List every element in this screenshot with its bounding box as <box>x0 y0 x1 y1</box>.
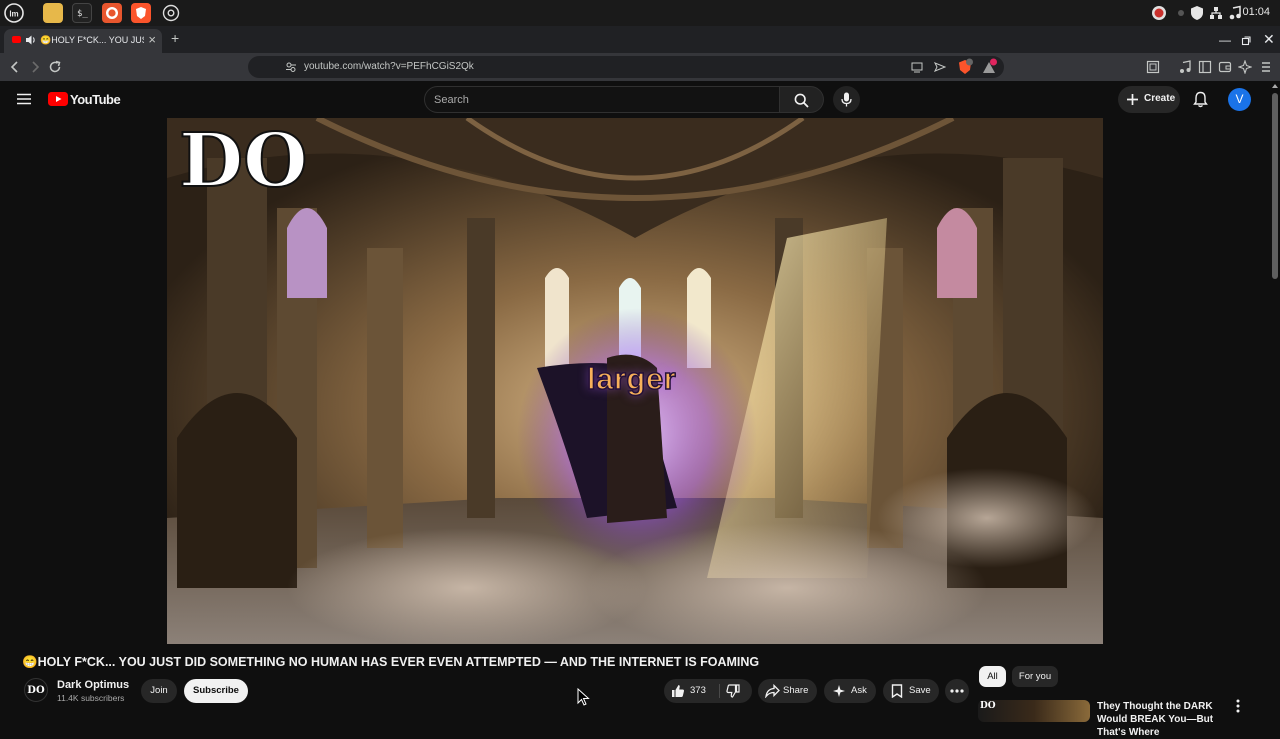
share-icon <box>765 684 780 698</box>
back-icon[interactable] <box>9 60 21 74</box>
video-title: 😁HOLY F*CK... YOU JUST DID SOMETHING NO … <box>22 655 760 669</box>
recommendation-more-icon[interactable] <box>1236 699 1240 713</box>
page-scrollbar[interactable] <box>1270 81 1280 720</box>
search-button[interactable] <box>780 86 824 113</box>
rewards-icon[interactable] <box>981 58 997 76</box>
thumbnail-watermark: DO <box>980 701 996 711</box>
new-tab-icon[interactable]: + <box>171 30 179 46</box>
mouse-cursor-icon <box>577 688 591 706</box>
terminal-icon[interactable]: $_ <box>72 3 92 23</box>
voice-search-button[interactable] <box>833 86 860 113</box>
browser-menu-icon[interactable] <box>1260 60 1272 74</box>
channel-watermark: DO <box>178 118 309 204</box>
forward-icon[interactable] <box>29 60 41 74</box>
youtube-logo-text[interactable]: YouTube <box>70 92 121 107</box>
cast-icon[interactable] <box>911 61 923 73</box>
svg-text:lm: lm <box>9 10 18 19</box>
status-dot-icon <box>1176 5 1186 21</box>
like-icon[interactable] <box>671 684 685 698</box>
channel-avatar[interactable]: DO <box>24 678 48 702</box>
more-horizontal-icon <box>950 689 964 693</box>
recommendation-thumbnail[interactable]: DO <box>978 700 1090 722</box>
like-count[interactable]: 373 <box>690 685 706 696</box>
search-placeholder: Search <box>434 94 469 106</box>
brave-shields-icon[interactable] <box>957 58 973 76</box>
site-settings-icon[interactable] <box>285 61 297 73</box>
like-dislike-group: 373 <box>664 679 752 703</box>
youtube-favicon-icon <box>12 36 21 43</box>
send-icon[interactable] <box>934 61 946 73</box>
microphone-icon <box>841 92 852 107</box>
ask-label: Ask <box>851 685 867 696</box>
svg-text:$_: $_ <box>77 9 88 19</box>
system-clock[interactable]: 01:04 <box>1242 6 1270 18</box>
update-icon[interactable] <box>1151 5 1167 21</box>
sparkle-icon <box>832 684 846 698</box>
minimize-icon[interactable]: — <box>1219 33 1231 47</box>
scrollbar-thumb[interactable] <box>1272 93 1278 279</box>
brave-icon[interactable] <box>131 3 151 23</box>
browser-tab-strip: 😁HOLY F*CK... YOU JUST DID SOMETHING NO … <box>0 26 1280 53</box>
window-close-icon[interactable]: ✕ <box>1263 31 1275 48</box>
reading-mode-icon[interactable] <box>1146 60 1160 74</box>
save-label: Save <box>909 685 931 696</box>
create-button[interactable]: Create <box>1118 86 1180 113</box>
search-input[interactable]: Search <box>424 86 780 113</box>
join-button[interactable]: Join <box>141 679 177 703</box>
video-player[interactable]: DO larger <box>167 118 1103 644</box>
browser-tab-active[interactable]: 😁HOLY F*CK... YOU JUST DID SOMETHING NO … <box>4 29 162 53</box>
youtube-logo[interactable] <box>48 92 68 106</box>
dislike-icon[interactable] <box>726 684 740 698</box>
save-button[interactable]: Save <box>883 679 939 703</box>
os-taskbar: lm $_ 01:04 <box>0 0 1280 26</box>
shield-tray-icon[interactable] <box>1190 5 1204 21</box>
mint-menu-icon[interactable]: lm <box>4 3 24 23</box>
address-bar[interactable]: youtube.com/watch?v=PEFhCGiS2Qk <box>248 56 1004 78</box>
like-divider <box>719 684 720 698</box>
maximize-icon[interactable] <box>1241 36 1251 46</box>
chrome-icon[interactable] <box>161 3 181 23</box>
wallet-icon[interactable] <box>1218 60 1232 74</box>
ask-button[interactable]: Ask <box>824 679 876 703</box>
guide-menu-icon[interactable] <box>17 93 31 105</box>
create-label: Create <box>1144 93 1176 104</box>
network-icon[interactable] <box>1209 5 1223 21</box>
chip-all[interactable]: All <box>979 666 1006 687</box>
video-caption-text: larger <box>586 360 677 397</box>
channel-name[interactable]: Dark Optimus <box>57 679 129 691</box>
user-avatar[interactable]: V <box>1228 88 1251 111</box>
subscriber-count: 11.4K subscribers <box>57 693 125 703</box>
audio-playing-icon[interactable] <box>25 34 37 46</box>
subscribe-button[interactable]: Subscribe <box>184 679 248 703</box>
plus-icon <box>1126 93 1139 106</box>
scroll-up-icon[interactable] <box>1272 84 1278 88</box>
share-label: Share <box>783 685 809 696</box>
tab-title: 😁HOLY F*CK... YOU JUST DID SOMETHING NO … <box>40 35 144 45</box>
share-button[interactable]: Share <box>758 679 817 703</box>
browser-toolbar: youtube.com/watch?v=PEFhCGiS2Qk <box>0 53 1280 81</box>
reload-icon[interactable] <box>48 60 62 74</box>
notifications-bell-icon[interactable] <box>1193 91 1208 108</box>
leo-ai-icon[interactable] <box>1238 60 1252 74</box>
tab-close-icon[interactable]: × <box>148 32 156 47</box>
more-actions-button[interactable] <box>945 679 969 703</box>
sidebar-icon[interactable] <box>1198 60 1212 74</box>
search-icon <box>794 93 809 108</box>
save-playlist-icon <box>891 684 903 698</box>
chip-for-you[interactable]: For you <box>1012 666 1058 687</box>
music-note-icon[interactable] <box>1229 5 1241 21</box>
url-text[interactable]: youtube.com/watch?v=PEFhCGiS2Qk <box>304 61 474 72</box>
folder-icon[interactable] <box>43 3 63 23</box>
firefox-icon[interactable] <box>102 3 122 23</box>
media-control-icon[interactable] <box>1178 60 1192 74</box>
youtube-masthead: YouTube Search Create V <box>0 81 1280 118</box>
